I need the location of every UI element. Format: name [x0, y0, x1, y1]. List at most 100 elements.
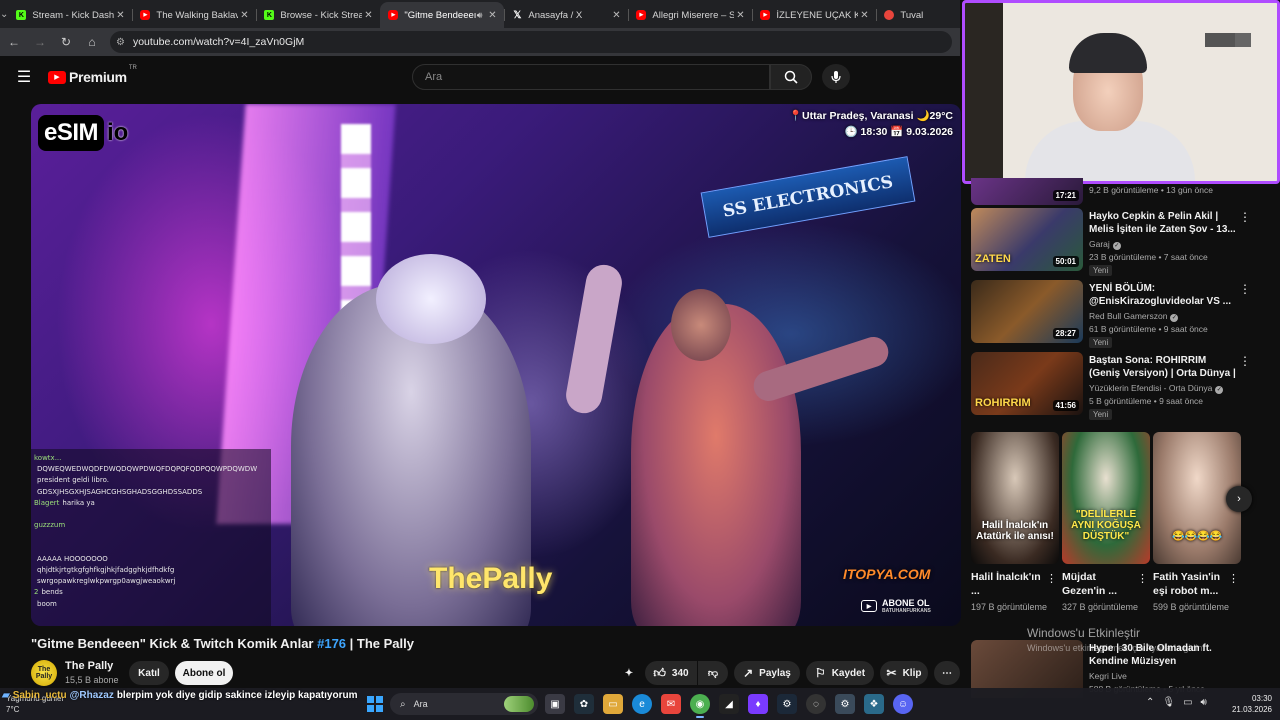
back-icon[interactable]: ← — [2, 30, 26, 54]
tab-close-icon[interactable]: ✕ — [610, 10, 622, 21]
chevron-right-icon: › — [1237, 493, 1241, 505]
short-item[interactable]: 😂😂😂😂 Fatih Yasin'in eşi robot m... 599 B g… — [1153, 432, 1241, 612]
tab-close-icon[interactable]: ✕ — [486, 10, 498, 21]
more-vertical-icon[interactable]: ⋮ — [1228, 572, 1239, 585]
more-vertical-icon[interactable]: ⋮ — [1137, 572, 1148, 585]
verified-icon: ✓ — [1170, 314, 1179, 322]
chevron-up-icon[interactable]: ⌃ — [1146, 697, 1154, 708]
more-actions-button[interactable]: ⋯ — [934, 661, 960, 685]
channel-avatar[interactable]: The Pally — [31, 660, 57, 686]
video-title-suffix: | The Pally — [346, 636, 414, 651]
thumbs-down-icon: 👎︎ — [707, 668, 719, 679]
video-person-left-head — [376, 254, 486, 344]
chat-line: GDSXJHSGXHJSAGHCGHSGHADSGGHDSSADDS — [34, 487, 268, 498]
search-input[interactable]: Ara — [412, 64, 770, 90]
tab-close-icon[interactable]: ✕ — [734, 10, 746, 21]
voice-search-button[interactable] — [822, 64, 850, 90]
chat-line: president geldi libro. — [34, 475, 268, 486]
short-views: 197 B görüntüleme — [971, 602, 1048, 612]
verified-icon: ✓ — [1215, 386, 1224, 394]
site-info-icon[interactable]: ⚙ — [116, 37, 125, 48]
subscribe-button[interactable]: Abone ol — [175, 661, 233, 685]
reload-icon[interactable]: ↻ — [54, 30, 78, 54]
weather-temp: 7°C — [6, 705, 20, 714]
browser-tab[interactable]: K Stream - Kick Dashbo✕ — [8, 2, 132, 28]
like-button[interactable]: 👍︎ 340 — [645, 661, 697, 685]
chat-user: kowtx... — [34, 454, 62, 462]
chat-text: bends — [41, 588, 63, 597]
browser-tab-strip: ⌄ KStream - Kick Dashbo✕▶The Walking Bak… — [0, 0, 960, 28]
tab-audio-icon[interactable]: 🔊︎ — [477, 10, 483, 21]
chat-mention: @Rhazaz — [69, 689, 114, 701]
browser-tab[interactable]: ▶ "Gitme Bendeeeı 🔊︎ ✕ — [380, 2, 505, 28]
short-title: Müjdat Gezen'in ... — [1062, 571, 1118, 597]
chat-username: Sabin_uctu — [12, 689, 67, 701]
microphone-tray-icon[interactable]: 🎙︎ — [1162, 697, 1175, 708]
thepally-watermark: ThePally — [429, 562, 553, 595]
tab-title: "Gitme Bendeeeı — [404, 9, 477, 21]
location-text: 📍Uttar Pradeş, Varanasi 🌙29°C — [788, 110, 953, 122]
tab-close-icon[interactable]: ✕ — [858, 10, 870, 21]
browser-tab[interactable]: ▶ Allegri Miserere – St ✕ — [628, 2, 752, 28]
tab-search-menu-icon[interactable]: ⌄ — [0, 0, 8, 28]
forward-icon[interactable]: → — [28, 30, 52, 54]
tab-title: Stream - Kick Dashbo — [32, 9, 115, 21]
channel-name: Yüzüklerin Efendisi - Orta Dünya — [1089, 383, 1213, 393]
tab-close-icon[interactable]: ✕ — [238, 10, 250, 21]
channel-name[interactable]: The Pally — [65, 660, 113, 672]
recommendation-item-partial[interactable]: 17:21 9,2 B görüntüleme • 13 gün önce — [971, 178, 1271, 205]
browser-tab[interactable]: K Browse - Kick Stream✕ — [256, 2, 380, 28]
short-item[interactable]: Halil İnalcık'ın Atatürk ile anısı! Halil… — [971, 432, 1059, 612]
share-button[interactable]: ↗ Paylaş — [734, 661, 800, 685]
shorts-next-button[interactable]: › — [1226, 486, 1252, 512]
recommendation-item[interactable]: ROHIRRIM 41:56 Baştan Sona: ROHIRRIM (Geni… — [971, 352, 1271, 420]
short-item[interactable]: "DELİLERLE AYNI KOĞUŞA DÜŞTÜK" Müjdat Gez… — [1062, 432, 1150, 612]
video-person-right-head — [671, 289, 731, 361]
browser-tab[interactable]: ▶ İZLEYENE UÇAK KALK✕ — [752, 2, 876, 28]
video-player[interactable]: SS ELECTRONICS eSIM io 📍Uttar Pradeş, Va… — [31, 104, 961, 626]
volume-icon[interactable]: 🔊︎ — [1201, 697, 1207, 708]
clock-time: 03:30 — [1251, 694, 1272, 703]
chat-text: GDSXJHSGXHJSAGHCGHSGHADSGGHDSSADDS — [37, 487, 203, 496]
network-icon[interactable]: ▭ — [1183, 697, 1192, 708]
search-button[interactable] — [770, 64, 812, 90]
chat-line — [34, 543, 268, 554]
chat-badge-icon: ▰ — [2, 689, 10, 701]
chat-user: guzzzum — [34, 521, 66, 530]
youtube-header: ☰ ▶ Premium TR Ara — [0, 56, 960, 98]
tab-close-icon[interactable]: ✕ — [114, 10, 126, 21]
chat-line: kowtx... — [34, 453, 268, 464]
more-vertical-icon[interactable]: ⋮ — [1239, 210, 1251, 224]
recommendation-item[interactable]: ZATEN 50:01 Hayko Cepkin & Pelin Akil | Me… — [971, 208, 1271, 276]
save-button[interactable]: ⚐ Kaydet — [806, 661, 874, 685]
tab-close-icon[interactable]: ✕ — [362, 10, 374, 21]
menu-icon[interactable]: ☰ — [0, 67, 48, 87]
video-channel: Garaj ✓ — [1089, 239, 1121, 250]
more-vertical-icon[interactable]: ⋮ — [1239, 354, 1251, 368]
join-button[interactable]: Katıl — [129, 661, 169, 685]
youtube-logo[interactable]: ▶ Premium TR — [48, 65, 137, 85]
tab-title: Browse - Kick Stream — [280, 9, 363, 21]
browser-tab[interactable]: ▶ The Walking Baklava ✕ — [132, 2, 256, 28]
short-views: 599 B görüntüleme — [1153, 602, 1230, 612]
address-bar[interactable]: ⚙ youtube.com/watch?v=4I_zaVn0GjM — [110, 31, 952, 53]
webcam-shelf-item — [1235, 33, 1251, 47]
clip-button[interactable]: ✂ Klip — [880, 661, 928, 685]
taskbar-clock[interactable]: 03:30 21.03.2026 — [1228, 693, 1272, 715]
chat-line: boom — [34, 599, 268, 610]
browser-tab[interactable]: 𝕏 Anasayfa / X ✕ — [504, 2, 628, 28]
tab-title: İZLEYENE UÇAK KALK — [776, 9, 859, 21]
dislike-button[interactable]: 👎︎ — [698, 661, 728, 685]
chat-text: DQWEQWEDWQDFDWQDQWPDWQFDQPQFQDPQQWPDQWDW — [37, 465, 258, 474]
recommendations-sidebar: 17:21 9,2 B görüntüleme • 13 gün önce ZA… — [962, 178, 1280, 698]
ai-sparkle-button[interactable]: ✦ — [615, 661, 643, 685]
more-vertical-icon[interactable]: ⋮ — [1046, 572, 1057, 585]
home-icon[interactable]: ⌂ — [80, 30, 104, 54]
subscribe-overlay-badge: ▶ ABONE OL BATUHANFURKANS — [861, 598, 931, 614]
thumbs-up-icon: 👍︎ — [653, 665, 666, 680]
short-overlay-text: "DELİLERLE AYNI KOĞUŞA DÜŞTÜK" — [1071, 509, 1141, 542]
video-title: YENİ BÖLÜM: @EnisKirazogluvideolar VS ..… — [1089, 283, 1232, 307]
recommendation-item[interactable]: 28:27 YENİ BÖLÜM: @EnisKirazogluvideolar … — [971, 280, 1271, 348]
more-vertical-icon[interactable]: ⋮ — [1239, 282, 1251, 296]
video-hashtag-link[interactable]: #176 — [317, 636, 346, 651]
